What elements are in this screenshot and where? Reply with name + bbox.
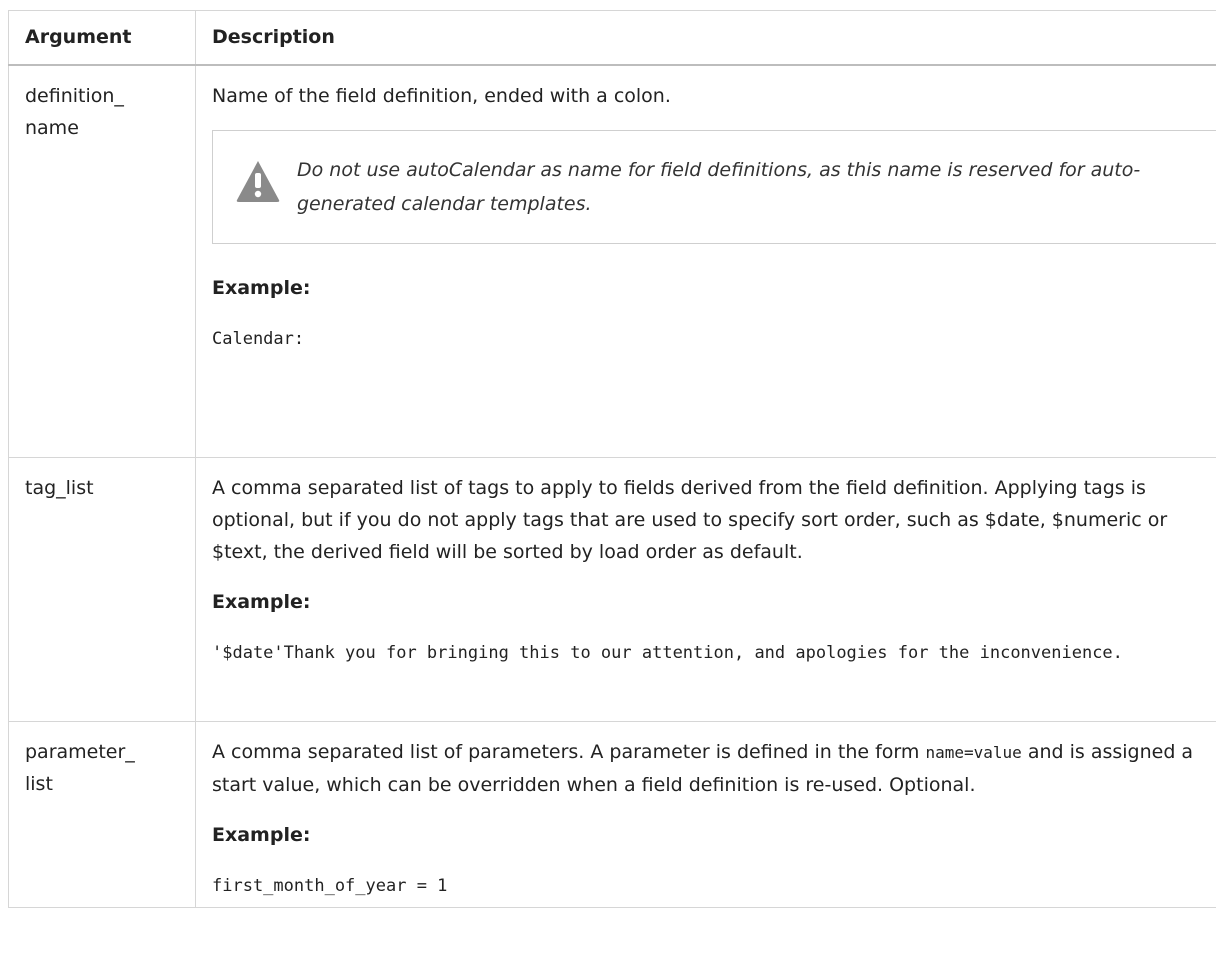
warning-note: Do not use autoCalendar as name for fiel… [212,130,1216,244]
argument-name: parameter_ list [25,740,135,795]
arguments-table: Argument Description definition_ name Na… [8,10,1216,908]
description-text: A comma separated list of tags to apply … [212,476,1168,563]
example-code: first_month_of_year = 1 [212,875,448,896]
document-page: Argument Description definition_ name Na… [8,10,1216,908]
example-label: Example: [212,823,311,846]
description-cell: A comma separated list of tags to apply … [195,456,1216,722]
argument-cell: tag_list [8,456,196,722]
argument-cell: definition_ name [8,64,196,458]
inline-code: name=value [925,742,1022,762]
table-row: definition_ name Name of the field defin… [8,64,1216,458]
example-code: '$date'Thank you for bringing this to ou… [212,642,1123,663]
example-code: Calendar: [212,329,305,349]
header-argument: Argument [8,10,196,66]
warning-note-text: Do not use autoCalendar as name for fiel… [297,159,1141,215]
argument-name: tag_list [25,476,94,499]
warning-icon [236,161,280,202]
argument-cell: parameter_ list [8,720,196,908]
description-cell: A comma separated list of parameters. A … [195,720,1216,908]
table-row: tag_list A comma separated list of tags … [8,456,1216,722]
argument-name: definition_ name [25,85,124,139]
description-text: Name of the field definition, ended with… [212,85,671,107]
table-row: parameter_ list A comma separated list o… [8,720,1216,908]
description-text-start: A comma separated list of parameters. A … [212,740,926,763]
header-description: Description [195,10,1216,66]
description-cell: Name of the field definition, ended with… [195,64,1216,458]
example-label: Example: [212,590,311,613]
description-text: A comma separated list of parameters. A … [212,736,1216,801]
table-header-row: Argument Description [8,10,1216,66]
example-label: Example: [212,277,311,299]
